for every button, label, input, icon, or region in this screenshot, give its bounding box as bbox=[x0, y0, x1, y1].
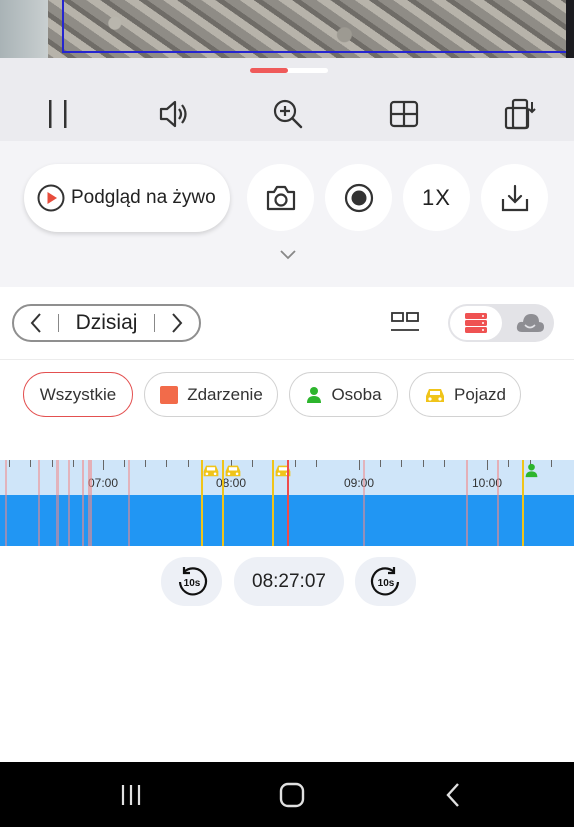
filter-vehicle-label: Pojazd bbox=[454, 384, 506, 404]
player-controls bbox=[0, 58, 574, 141]
cloud-storage-option[interactable] bbox=[508, 306, 552, 340]
event-segment bbox=[466, 460, 468, 546]
sd-storage-icon bbox=[465, 313, 487, 333]
hour-label: 08:00 bbox=[215, 476, 247, 490]
record-icon bbox=[344, 183, 373, 212]
grid-icon bbox=[389, 100, 419, 128]
event-segment bbox=[56, 460, 59, 546]
filter-person[interactable]: Osoba bbox=[289, 372, 398, 417]
event-segment bbox=[128, 460, 130, 546]
layout-button[interactable] bbox=[384, 94, 424, 134]
event-segment bbox=[38, 460, 40, 546]
rewind-icon: 10s bbox=[178, 566, 207, 595]
filter-all[interactable]: Wszystkie bbox=[23, 372, 133, 417]
back-icon bbox=[446, 783, 459, 807]
cloud-icon bbox=[516, 314, 544, 332]
camera-image bbox=[0, 0, 574, 58]
chevron-right-icon bbox=[172, 313, 183, 333]
hour-label: 07:00 bbox=[87, 476, 119, 490]
action-panel: Podgląd na żywo 1X bbox=[0, 141, 574, 287]
recording-timeline[interactable]: 07:00 08:00 09:00 10:00 bbox=[0, 460, 574, 546]
filter-event-label: Zdarzenie bbox=[187, 384, 263, 404]
speed-label: 1X bbox=[422, 184, 451, 210]
person-icon[interactable] bbox=[524, 463, 539, 478]
hour-label: 09:00 bbox=[343, 476, 375, 490]
zoom-button[interactable] bbox=[268, 94, 308, 134]
svg-text:10s: 10s bbox=[377, 578, 394, 589]
chevron-left-icon bbox=[30, 313, 41, 333]
car-icon[interactable] bbox=[224, 463, 242, 478]
event-segment bbox=[363, 460, 365, 546]
rewind-10s-button[interactable]: 10s bbox=[161, 557, 222, 606]
home-button[interactable] bbox=[272, 780, 312, 810]
svg-text:10s: 10s bbox=[183, 578, 200, 589]
page-indicator[interactable] bbox=[250, 68, 328, 73]
pause-icon bbox=[49, 100, 67, 128]
rotate-screen-icon bbox=[504, 98, 536, 130]
record-button[interactable] bbox=[325, 164, 392, 231]
filter-person-label: Osoba bbox=[331, 384, 382, 404]
play-icon bbox=[37, 184, 65, 212]
thumbnail-grid-icon bbox=[391, 312, 419, 331]
filter-vehicle[interactable]: Pojazd bbox=[409, 372, 521, 417]
event-segment bbox=[5, 460, 7, 546]
event-filters: Wszystkie Zdarzenie Osoba Pojazd bbox=[0, 360, 574, 460]
speed-button[interactable]: 1X bbox=[403, 164, 470, 231]
live-view-button[interactable]: Podgląd na żywo bbox=[24, 164, 230, 232]
car-icon[interactable] bbox=[202, 463, 220, 478]
fast-forward-icon: 10s bbox=[370, 566, 399, 595]
forward-10s-button[interactable]: 10s bbox=[355, 557, 416, 606]
previous-day-button[interactable] bbox=[14, 306, 58, 340]
local-storage-option[interactable] bbox=[450, 306, 502, 340]
date-label[interactable]: Dzisiaj bbox=[59, 311, 154, 335]
speaker-icon bbox=[159, 100, 187, 128]
car-icon bbox=[424, 386, 446, 404]
person-icon bbox=[305, 386, 323, 404]
home-icon bbox=[279, 782, 305, 808]
volume-button[interactable] bbox=[154, 94, 194, 134]
current-time: 08:27:07 bbox=[234, 557, 344, 606]
download-button[interactable] bbox=[481, 164, 548, 231]
event-segment bbox=[497, 460, 499, 546]
live-view-label: Podgląd na żywo bbox=[71, 187, 216, 208]
zoom-in-icon bbox=[273, 99, 303, 129]
event-segment bbox=[88, 460, 92, 546]
event-segment bbox=[68, 460, 70, 546]
rotate-button[interactable] bbox=[500, 94, 540, 134]
download-icon bbox=[501, 184, 528, 211]
chevron-down-icon[interactable] bbox=[279, 249, 297, 261]
event-segment bbox=[82, 460, 84, 546]
next-day-button[interactable] bbox=[155, 306, 199, 340]
playback-controls: 10s 08:27:07 10s bbox=[0, 556, 574, 608]
back-button[interactable] bbox=[433, 780, 473, 810]
detection-box bbox=[62, 51, 574, 53]
date-toolbar: Dzisiaj bbox=[0, 287, 574, 360]
filter-event[interactable]: Zdarzenie bbox=[144, 372, 278, 417]
recent-apps-button[interactable] bbox=[111, 780, 151, 810]
camera-icon bbox=[266, 185, 295, 210]
playhead[interactable] bbox=[287, 460, 289, 546]
pause-button[interactable] bbox=[38, 94, 78, 134]
car-icon[interactable] bbox=[274, 463, 292, 478]
system-navigation-bar bbox=[0, 762, 574, 827]
date-navigator: Dzisiaj bbox=[12, 304, 201, 342]
thumbnail-view-button[interactable] bbox=[388, 309, 422, 340]
event-square-icon bbox=[159, 385, 179, 405]
snapshot-button[interactable] bbox=[247, 164, 314, 231]
filter-all-label: Wszystkie bbox=[39, 384, 117, 404]
storage-source-toggle[interactable] bbox=[448, 304, 554, 342]
recents-icon bbox=[121, 785, 141, 805]
video-preview[interactable] bbox=[0, 0, 574, 58]
